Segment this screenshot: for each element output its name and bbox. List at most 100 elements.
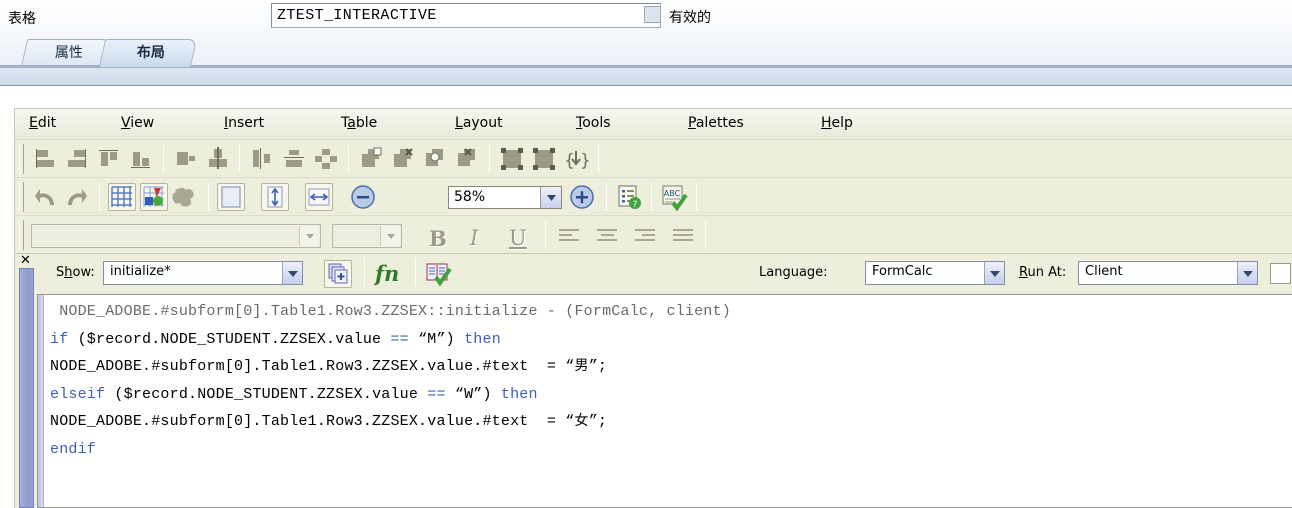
toolbar-separator <box>364 258 365 286</box>
underline-button[interactable]: U <box>509 226 527 250</box>
form-name-row: 表格 有效的 <box>0 0 1292 34</box>
script-reference-icon[interactable] <box>424 259 452 287</box>
menu-view[interactable]: View <box>121 115 154 131</box>
align-right-icon[interactable] <box>63 145 91 173</box>
chevron-down-icon[interactable] <box>540 187 561 208</box>
chevron-down-icon[interactable] <box>1237 262 1257 284</box>
tab-properties[interactable]: 属性 <box>20 39 112 67</box>
toolbar-grip[interactable] <box>19 220 24 250</box>
align-top-icon[interactable] <box>95 145 123 173</box>
toolbar-grip[interactable] <box>19 144 24 174</box>
align-left-icon[interactable] <box>31 145 59 173</box>
menu-edit[interactable]: Edit <box>29 115 56 131</box>
text-align-center-icon[interactable] <box>593 221 621 249</box>
menu-tools[interactable]: Tools <box>576 115 611 131</box>
bring-forward-icon[interactable] <box>389 145 417 173</box>
snap-to-grid-icon[interactable] <box>140 183 168 211</box>
align-center-horizontal-icon[interactable] <box>172 145 200 173</box>
chevron-down-icon[interactable] <box>282 262 302 284</box>
toolbar-separator <box>239 145 240 173</box>
duplicate-script-icon[interactable] <box>324 260 352 288</box>
menu-help[interactable]: Help <box>821 115 853 131</box>
bold-button[interactable]: B <box>429 226 447 251</box>
script-code-area[interactable]: NODE_ADOBE.#subform[0].Table1.Row3.ZZSEX… <box>37 294 1292 508</box>
text-align-justify-icon[interactable] <box>669 221 697 249</box>
zoom-level-value: 58% <box>454 189 486 205</box>
zoom-level-combo[interactable]: 58% <box>448 186 562 209</box>
show-event-value: initialize* <box>110 264 171 279</box>
menu-table[interactable]: Table <box>341 115 377 131</box>
valid-label: 有效的 <box>669 10 711 26</box>
svg-text:ABC: ABC <box>664 189 681 198</box>
text-align-left-icon[interactable] <box>555 221 583 249</box>
toolbar-separator <box>348 145 349 173</box>
code-line: NODE_ADOBE.#subform[0].Table1.Row3.ZZSEX… <box>50 303 731 320</box>
toolbar-separator <box>163 145 164 173</box>
script-options-checkbox[interactable] <box>1270 263 1291 284</box>
send-to-back-icon[interactable] <box>453 145 481 173</box>
zoom-out-icon[interactable] <box>349 183 377 211</box>
svg-text:?: ? <box>633 200 638 210</box>
page-view-icon[interactable] <box>217 183 245 211</box>
panel-top-strip <box>0 68 1292 86</box>
svg-text:}: } <box>580 151 590 171</box>
toolbar-separator <box>705 221 706 249</box>
menubar: Edit View Insert Table Layout Tools Pale… <box>15 109 1292 139</box>
distribute-space-icon[interactable] <box>312 145 340 173</box>
undo-icon[interactable] <box>31 183 59 211</box>
font-size-combo[interactable] <box>332 224 402 248</box>
font-family-combo[interactable] <box>31 224 321 248</box>
grid-icon[interactable] <box>108 183 136 211</box>
redo-icon[interactable] <box>63 183 91 211</box>
toolbar-separator <box>696 183 697 211</box>
code-line: if ($record.NODE_STUDENT.ZZSEX.value == … <box>50 330 501 348</box>
zoom-in-icon[interactable] <box>568 183 596 211</box>
chevron-down-icon[interactable] <box>984 262 1004 284</box>
italic-button[interactable]: I <box>470 226 478 250</box>
chevron-down-icon[interactable] <box>380 226 400 246</box>
code-line: elseif ($record.NODE_STUDENT.ZZSEX.value… <box>50 385 538 403</box>
svg-text:fn: fn <box>373 261 399 286</box>
tab-order-icon[interactable]: {} <box>562 145 590 173</box>
show-label: Show: <box>56 265 95 280</box>
bring-to-front-icon[interactable] <box>357 145 385 173</box>
close-icon[interactable]: ✕ <box>20 253 31 268</box>
toolbar-font: B I U <box>15 215 1292 253</box>
toolbar-align: {} <box>15 139 1292 177</box>
distribute-horizontal-icon[interactable] <box>248 145 276 173</box>
form-name-input[interactable] <box>271 3 661 28</box>
code-gutter <box>38 295 44 507</box>
align-center-vertical-icon[interactable] <box>204 145 232 173</box>
group-icon[interactable] <box>498 145 526 173</box>
code-line: NODE_ADOBE.#subform[0].Table1.Row3.ZZSEX… <box>50 413 608 430</box>
text-align-right-icon[interactable] <box>631 221 659 249</box>
send-backward-icon[interactable] <box>421 145 449 173</box>
toolbar-grip[interactable] <box>19 182 24 212</box>
menu-layout[interactable]: Layout <box>455 115 503 131</box>
toolbar-separator <box>415 258 416 286</box>
tab-layout-label: 布局 <box>136 45 165 61</box>
script-code-text[interactable]: NODE_ADOBE.#subform[0].Table1.Row3.ZZSEX… <box>50 298 1292 507</box>
valid-checkbox[interactable] <box>644 6 661 23</box>
toolbar-separator <box>99 183 100 211</box>
fit-height-icon[interactable] <box>261 183 289 211</box>
language-combo[interactable]: FormCalc <box>865 261 1005 285</box>
toolbar-separator <box>545 221 546 249</box>
menu-insert[interactable]: Insert <box>224 115 264 131</box>
form-properties-icon[interactable]: ? <box>615 183 643 211</box>
tab-layout[interactable]: 布局 <box>98 39 198 67</box>
ungroup-icon[interactable] <box>530 145 558 173</box>
script-pane-grip[interactable] <box>19 268 34 508</box>
fit-width-icon[interactable] <box>305 183 333 211</box>
show-event-combo[interactable]: initialize* <box>103 261 303 285</box>
chevron-down-icon[interactable] <box>299 226 319 246</box>
distribute-vertical-icon[interactable] <box>280 145 308 173</box>
drawing-aids-icon[interactable] <box>172 183 200 211</box>
menu-palettes[interactable]: Palettes <box>688 115 744 131</box>
function-builder-icon[interactable]: fn <box>373 259 401 287</box>
align-bottom-icon[interactable] <box>127 145 155 173</box>
code-line: endif <box>50 440 97 458</box>
toolbar-separator <box>598 145 599 173</box>
runat-combo[interactable]: Client <box>1078 261 1258 285</box>
spell-check-icon[interactable]: ABC <box>660 183 688 211</box>
